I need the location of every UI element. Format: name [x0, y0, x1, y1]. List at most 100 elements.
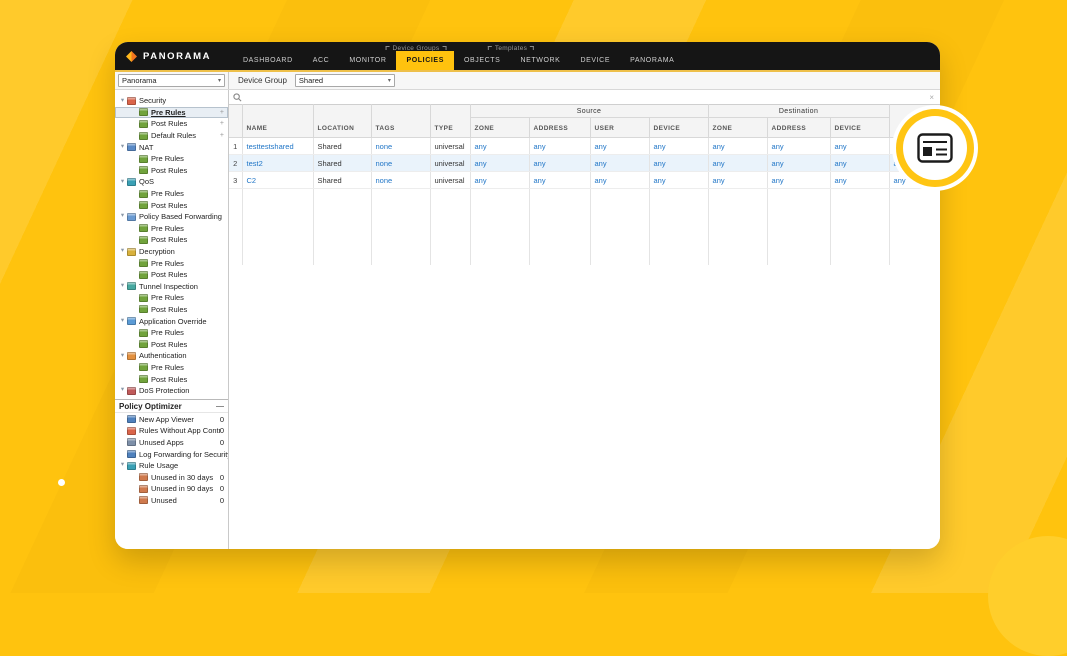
tree-item-tunnel-inspection-post-rules[interactable]: Post Rules	[115, 304, 228, 316]
column-header-type[interactable]: TYPE	[430, 104, 471, 138]
cell-device[interactable]: any	[649, 137, 709, 155]
chevron-down-icon[interactable]: ▾	[118, 462, 127, 469]
tab-panorama[interactable]: PANORAMA	[620, 51, 684, 70]
cell-tags[interactable]: none	[371, 137, 431, 155]
cell-zone[interactable]: any	[470, 154, 530, 172]
cell-name[interactable]: test2	[242, 154, 314, 172]
chevron-down-icon[interactable]: ▾	[118, 178, 127, 186]
cell-tags[interactable]: none	[371, 154, 431, 172]
tree-item-policy-based-forwarding-post-rules[interactable]: Post Rules	[115, 234, 228, 246]
cell-zone[interactable]: any	[470, 137, 530, 155]
tree-item-qos-post-rules[interactable]: Post Rules	[115, 199, 228, 211]
chevron-down-icon[interactable]: ▾	[118, 97, 127, 105]
tab-dashboard[interactable]: DASHBOARD	[233, 51, 303, 70]
po-item-unused-apps[interactable]: Unused Apps 0	[115, 437, 228, 449]
tree-item-authentication-pre-rules[interactable]: Pre Rules	[115, 362, 228, 374]
column-header-tags[interactable]: TAGS	[371, 104, 431, 138]
cell-name[interactable]: C2	[242, 171, 314, 189]
chevron-down-icon[interactable]: ▾	[118, 283, 127, 290]
cell-address[interactable]: any	[529, 137, 591, 155]
po-item-unused[interactable]: Unused 0	[115, 495, 228, 507]
chevron-down-icon[interactable]: ▾	[118, 352, 127, 360]
tree-item-policy-based-forwarding-pre-rules[interactable]: Pre Rules	[115, 223, 228, 235]
cell-device[interactable]: any	[649, 171, 709, 189]
add-icon[interactable]: +	[220, 109, 228, 116]
tree-item-tunnel-inspection[interactable]: ▾ Tunnel Inspection	[115, 281, 228, 293]
add-icon[interactable]: +	[220, 120, 228, 127]
tree-item-security-post-rules[interactable]: Post Rules +	[115, 118, 228, 130]
tree-item-qos-pre-rules[interactable]: Pre Rules	[115, 188, 228, 200]
cell-address[interactable]: any	[767, 154, 831, 172]
tree-item-nat-post-rules[interactable]: Post Rules	[115, 165, 228, 177]
column-header-source-device[interactable]: DEVICE	[649, 117, 709, 138]
cell-user[interactable]: any	[590, 137, 650, 155]
cell-zone[interactable]: any	[470, 171, 530, 189]
tree-item-application-override-pre-rules[interactable]: Pre Rules	[115, 327, 228, 339]
tree-item-security-pre-rules[interactable]: Pre Rules +	[115, 106, 228, 119]
clear-search-icon[interactable]: ×	[929, 93, 936, 102]
cell-device[interactable]: any	[830, 171, 890, 189]
tab-policies[interactable]: POLICIES	[396, 51, 454, 70]
column-header-destination-address[interactable]: ADDRESS	[767, 117, 831, 138]
cell-address[interactable]: any	[767, 137, 831, 155]
cell-user[interactable]: any	[590, 171, 650, 189]
tree-item-policy-based-forwarding[interactable]: ▾ Policy Based Forwarding	[115, 211, 228, 223]
column-header-destination-zone[interactable]: ZONE	[708, 117, 768, 138]
po-item-log-forwarding-for-security-ser[interactable]: Log Forwarding for Security Ser	[115, 448, 228, 460]
tree-item-authentication[interactable]: ▾ Authentication	[115, 350, 228, 362]
tree-item-authentication-post-rules[interactable]: Post Rules	[115, 373, 228, 385]
tab-network[interactable]: NETWORK	[510, 51, 570, 70]
chevron-down-icon[interactable]: ▾	[118, 213, 127, 220]
chevron-down-icon[interactable]: ▾	[118, 248, 127, 255]
tab-device[interactable]: DEVICE	[570, 51, 620, 70]
tab-acc[interactable]: ACC	[303, 51, 340, 70]
cell-user[interactable]: any	[590, 154, 650, 172]
chevron-down-icon[interactable]: ▾	[118, 387, 127, 394]
column-header-source-address[interactable]: ADDRESS	[529, 117, 591, 138]
po-item-rules-without-app-controls[interactable]: Rules Without App Controls0	[115, 425, 228, 437]
column-header-source-user[interactable]: USER	[590, 117, 650, 138]
tab-objects[interactable]: OBJECTS	[454, 51, 510, 70]
cell-zone[interactable]: any	[708, 154, 768, 172]
po-item-unused-in-30-days[interactable]: Unused in 30 days 0	[115, 471, 228, 483]
device-group-select[interactable]: Shared ▾	[294, 74, 395, 87]
tree-item-nat[interactable]: ▾ NAT	[115, 141, 228, 153]
tree-item-nat-pre-rules[interactable]: Pre Rules	[115, 153, 228, 165]
cell-tags[interactable]: none	[371, 171, 431, 189]
table-row[interactable]: 2 test2 Shared none universal any any any any any…	[229, 154, 940, 172]
tree-item-application-override-post-rules[interactable]: Post Rules	[115, 338, 228, 350]
tree-item-security-default-rules[interactable]: Default Rules +	[115, 130, 228, 142]
cell-zone[interactable]: any	[708, 171, 768, 189]
po-item-rule-usage[interactable]: ▾ Rule Usage	[115, 460, 228, 472]
cell-name[interactable]: testtestshared	[242, 137, 314, 155]
po-item-unused-in-90-days[interactable]: Unused in 90 days 0	[115, 483, 228, 495]
cell-device[interactable]: any	[830, 154, 890, 172]
tree-item-security[interactable]: ▾ Security	[115, 95, 228, 107]
cell-zone[interactable]: any	[708, 137, 768, 155]
column-header-destination-device[interactable]: DEVICE	[830, 117, 890, 138]
tree-item-tunnel-inspection-pre-rules[interactable]: Pre Rules	[115, 292, 228, 304]
tree-item-qos[interactable]: ▾ QoS	[115, 176, 228, 188]
cell-address[interactable]: any	[529, 154, 591, 172]
chevron-down-icon[interactable]: ▾	[118, 143, 127, 151]
column-header-source-zone[interactable]: ZONE	[470, 117, 530, 138]
table-row[interactable]: 3 C2 Shared none universal any any any any any any…	[229, 171, 940, 189]
cell-device[interactable]: any	[830, 137, 890, 155]
tree-item-application-override[interactable]: ▾ Application Override	[115, 315, 228, 327]
cell-address[interactable]: any	[767, 171, 831, 189]
tree-item-decryption-pre-rules[interactable]: Pre Rules	[115, 257, 228, 269]
tree-item-decryption-post-rules[interactable]: Post Rules	[115, 269, 228, 281]
column-header-location[interactable]: LOCATION	[313, 104, 372, 138]
cell-device[interactable]: any	[649, 154, 709, 172]
collapse-icon[interactable]: —	[216, 402, 224, 411]
cell-address[interactable]: any	[529, 171, 591, 189]
context-select[interactable]: Panorama ▾	[118, 74, 225, 87]
chevron-down-icon[interactable]: ▾	[118, 317, 127, 325]
column-header-name[interactable]: NAME	[242, 104, 314, 138]
add-icon[interactable]: +	[220, 132, 228, 139]
tab-monitor[interactable]: MONITOR	[339, 51, 396, 70]
table-row[interactable]: 1 testtestshared Shared none universal any any…	[229, 137, 940, 155]
tree-item-decryption[interactable]: ▾ Decryption	[115, 246, 228, 258]
search-input[interactable]	[245, 91, 927, 103]
po-item-new-app-viewer[interactable]: New App Viewer 0	[115, 413, 228, 425]
